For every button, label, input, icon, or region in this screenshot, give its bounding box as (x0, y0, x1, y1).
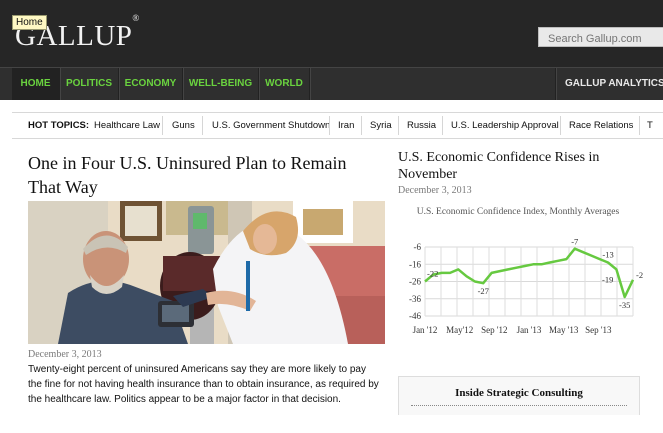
economic-confidence-chart[interactable]: -6 -16 -26 -36 -46 Jan '12 May'12 Sep '12 Jan '1… (398, 230, 647, 345)
side-story-date: December 3, 2013 (398, 185, 472, 196)
hot-topic-russia[interactable]: Russia (407, 120, 436, 131)
hot-topic-leadership-approval[interactable]: U.S. Leadership Approval (451, 120, 559, 131)
x-tick-label: Sep '12 (481, 325, 507, 335)
x-tick-label: Jan '12 (413, 325, 438, 335)
side-story-headline[interactable]: U.S. Economic Confidence Rises in Novemb… (398, 149, 618, 183)
hot-topic-healthcare-law[interactable]: Healthcare Law (94, 120, 160, 131)
hot-topic-race-relations[interactable]: Race Relations (569, 120, 633, 131)
hot-topic-government-shutdown[interactable]: U.S. Government Shutdown (212, 120, 330, 131)
y-tick-label: -16 (409, 259, 421, 269)
nav-world[interactable]: WORLD (259, 68, 310, 100)
nav-economy[interactable]: ECONOMY (119, 68, 183, 100)
main-story-photo[interactable] (28, 201, 385, 344)
divider (639, 116, 640, 135)
divider (398, 116, 399, 135)
y-tick-label: -36 (409, 294, 421, 304)
x-tick-label: Sep '13 (585, 325, 612, 335)
divider (361, 116, 362, 135)
divider (329, 116, 330, 135)
main-nav: HOME POLITICS ECONOMY WELL-BEING WORLD G… (0, 67, 663, 100)
hot-topic-iran[interactable]: Iran (338, 120, 354, 131)
hot-topic-guns[interactable]: Guns (172, 120, 195, 131)
nav-gallup-analytics[interactable]: GALLUP ANALYTICS (555, 68, 663, 100)
divider (442, 116, 443, 135)
site-header: GALLUP® Home (0, 0, 663, 67)
data-label: -27 (478, 286, 489, 296)
data-label: -19 (602, 274, 613, 284)
divider (162, 116, 163, 135)
y-tick-label: -46 (409, 311, 421, 321)
main-story-headline[interactable]: One in Four U.S. Uninsured Plan to Remai… (28, 151, 373, 199)
nav-politics[interactable]: POLITICS (60, 68, 119, 100)
strategic-consulting-box[interactable]: Inside Strategic Consulting (398, 376, 640, 416)
chart-title: U.S. Economic Confidence Index, Monthly … (416, 207, 620, 217)
x-tick-label: May '13 (549, 325, 579, 335)
y-tick-label: -6 (414, 242, 422, 252)
dotted-divider (411, 405, 627, 406)
nav-home[interactable]: HOME (12, 68, 60, 100)
hot-topics-bar: HOT TOPICS: Healthcare Law Guns U.S. Gov… (12, 112, 663, 139)
x-tick-label: Jan '13 (517, 325, 542, 335)
divider (202, 116, 203, 135)
data-label: -22 (427, 269, 438, 279)
horizontal-scrollbar[interactable] (10, 415, 650, 433)
hot-topic-syria[interactable]: Syria (370, 120, 392, 131)
strategic-consulting-title: Inside Strategic Consulting (455, 387, 583, 399)
search-input[interactable] (538, 27, 663, 47)
photo-illustration (28, 201, 385, 344)
data-label: -7 (571, 237, 578, 247)
registered-mark: ® (132, 13, 140, 24)
chart-svg: -6 -16 -26 -36 -46 Jan '12 May'12 Sep '12 Jan '1… (409, 237, 647, 335)
home-tooltip: Home (12, 15, 47, 30)
main-story-summary: Twenty-eight percent of uninsured Americ… (28, 364, 379, 405)
data-label: -25 (636, 270, 643, 280)
divider (560, 116, 561, 135)
hot-topic-truncated[interactable]: T (647, 120, 653, 131)
hot-topics-label: HOT TOPICS: (28, 120, 90, 131)
data-label: -13 (602, 250, 613, 260)
data-label: -35 (619, 300, 630, 310)
y-tick-label: -26 (409, 277, 421, 287)
nav-well-being[interactable]: WELL-BEING (183, 68, 259, 100)
x-tick-label: May'12 (446, 325, 473, 335)
main-story-date: December 3, 2013 (28, 349, 102, 360)
